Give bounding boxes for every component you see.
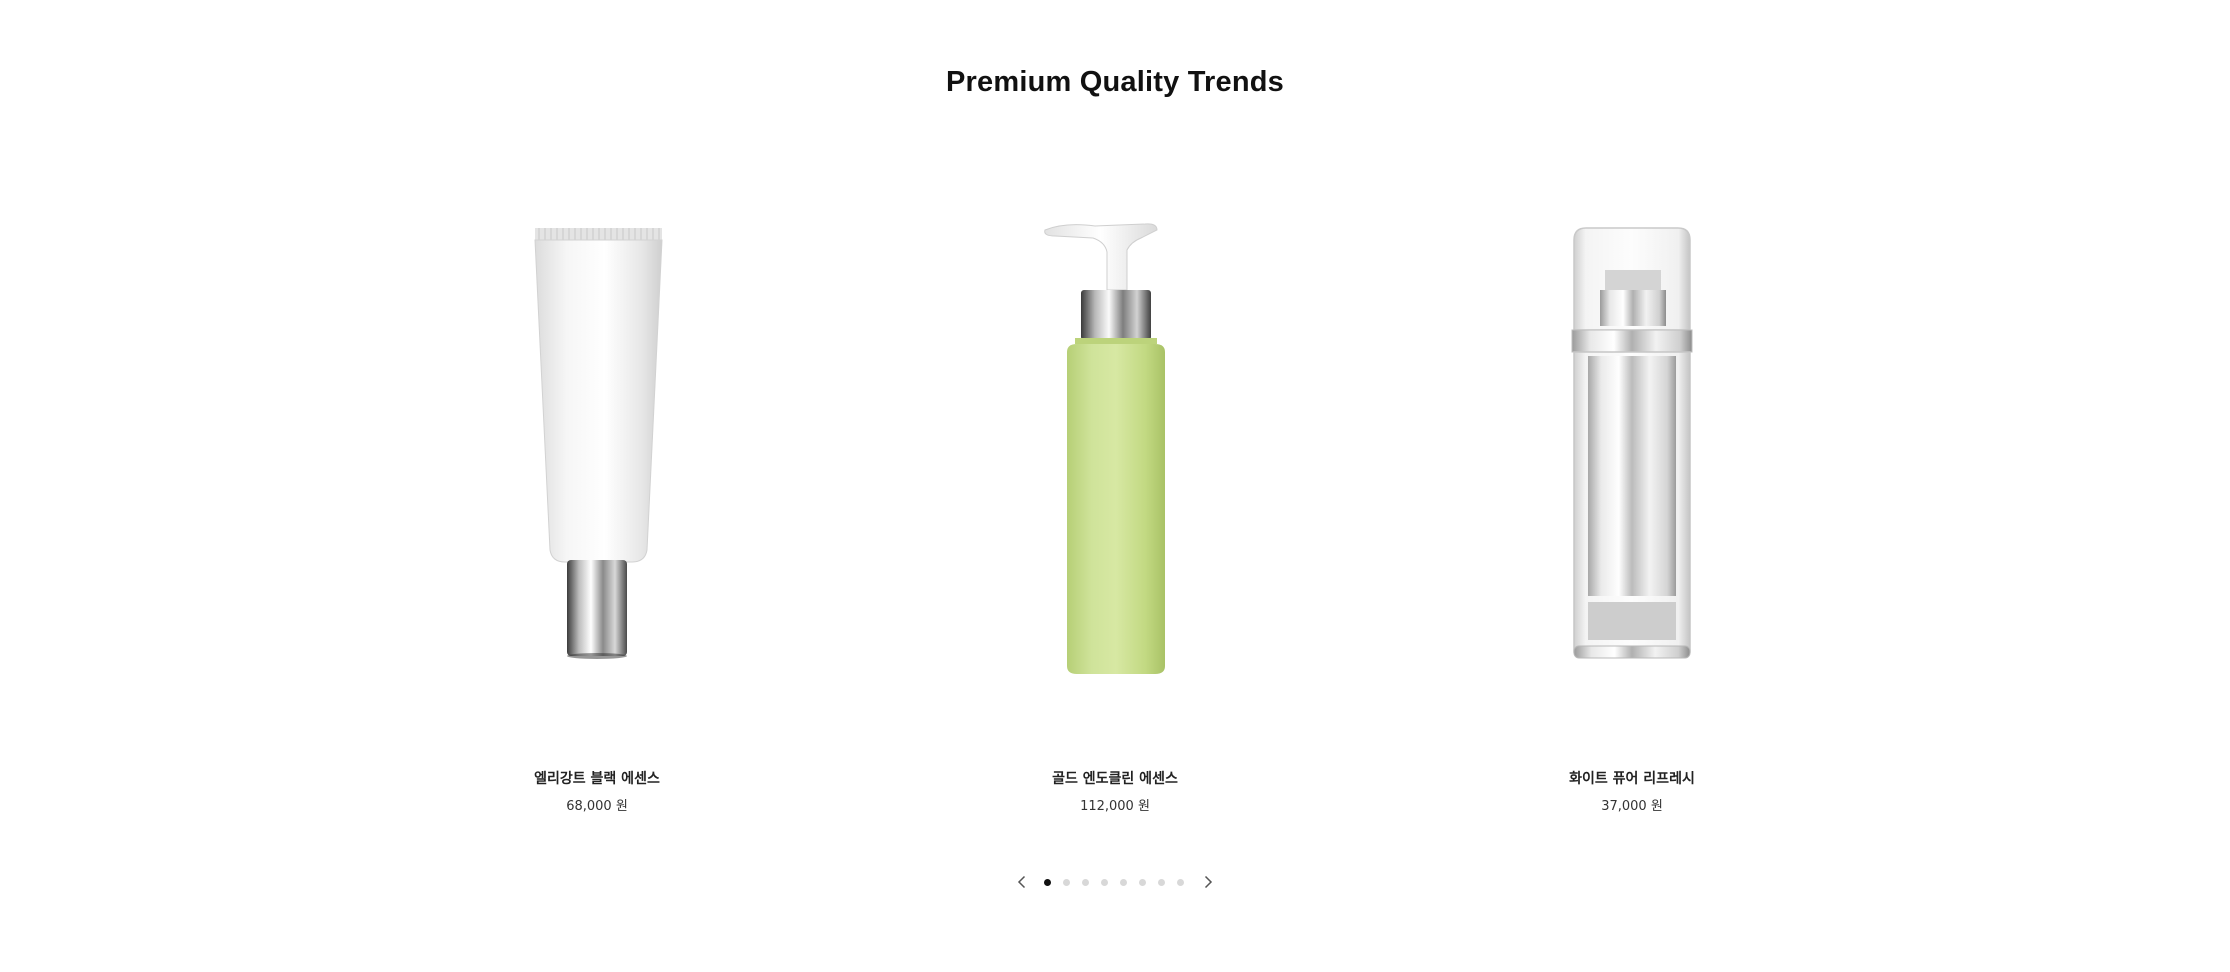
pagination-dot-4[interactable]: [1101, 879, 1108, 886]
product-image-clear-airless[interactable]: [1422, 190, 1842, 690]
chevron-right-icon[interactable]: [1200, 874, 1216, 890]
product-name[interactable]: 골드 엔도클린 에센스: [905, 768, 1325, 788]
product-card[interactable]: 엘리강트 블랙 에센스 68,000 원: [387, 190, 807, 814]
product-name[interactable]: 화이트 퓨어 리프레시: [1422, 768, 1842, 788]
pagination-dot-2[interactable]: [1063, 879, 1070, 886]
pagination-dot-3[interactable]: [1082, 879, 1089, 886]
clear-airless-bottle-icon: [1571, 227, 1693, 659]
product-price: 37,000 원: [1601, 799, 1663, 814]
product-price: 112,000 원: [1080, 799, 1150, 814]
product-price: 68,000 원: [566, 799, 628, 814]
pagination-dot-5[interactable]: [1120, 879, 1127, 886]
pagination-dot-6[interactable]: [1139, 879, 1146, 886]
pagination-dot-1[interactable]: [1044, 879, 1051, 886]
pagination-dot-8[interactable]: [1177, 879, 1184, 886]
green-pump-bottle-icon: [1044, 223, 1165, 674]
section-title: Premium Quality Trends: [946, 66, 1284, 99]
carousel-pagination: [0, 870, 2230, 894]
product-card[interactable]: 화이트 퓨어 리프레시 37,000 원: [1422, 190, 1842, 814]
pagination-dot-7[interactable]: [1158, 879, 1165, 886]
chevron-left-icon[interactable]: [1014, 874, 1030, 890]
product-name[interactable]: 엘리강트 블랙 에센스: [387, 768, 807, 788]
white-tube-icon: [534, 228, 663, 659]
product-image-white-tube[interactable]: [387, 190, 807, 690]
product-image-green-pump[interactable]: [905, 190, 1325, 690]
product-card[interactable]: 골드 엔도클린 에센스 112,000 원: [905, 190, 1325, 814]
